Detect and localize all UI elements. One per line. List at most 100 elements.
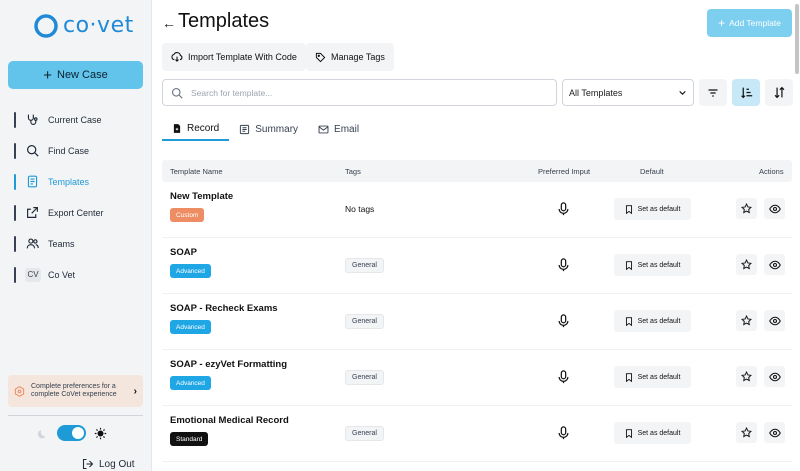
tab-record[interactable]: Record	[162, 117, 230, 141]
type-badge: Advanced	[170, 264, 211, 278]
page-scrollbar[interactable]	[795, 4, 799, 74]
set-default-button[interactable]: Set as default	[614, 422, 691, 444]
sidebar-item-current-case[interactable]: Current Case	[14, 104, 144, 135]
tab-label: Email	[334, 123, 360, 135]
set-default-button[interactable]: Set as default	[614, 366, 691, 388]
divider	[8, 415, 143, 416]
set-default-label: Set as default	[637, 373, 681, 381]
add-template-label: Add Template	[729, 18, 781, 28]
sort-order-button[interactable]	[765, 79, 793, 106]
table-row[interactable]: SOAP Advanced General Set as default	[162, 238, 792, 294]
bookmark-icon	[625, 204, 632, 214]
logout-button[interactable]: Log Out	[82, 458, 135, 470]
preview-button[interactable]	[764, 254, 785, 275]
filter-button[interactable]	[699, 79, 727, 106]
favorite-button[interactable]	[736, 310, 757, 331]
type-badge: Custom	[170, 208, 205, 222]
export-icon	[25, 206, 39, 220]
sidebar-item-templates[interactable]: Templates	[14, 166, 144, 197]
sidebar-item-export-center[interactable]: Export Center	[14, 197, 144, 228]
eye-icon	[768, 372, 781, 381]
template-name: SOAP	[170, 247, 197, 258]
set-default-label: Set as default	[637, 261, 681, 269]
new-case-button[interactable]: + New Case	[8, 61, 143, 89]
bookmark-icon	[625, 316, 632, 326]
import-template-button[interactable]: Import Template With Code	[162, 43, 306, 71]
template-name: New Template	[170, 191, 234, 202]
tab-summary[interactable]: Summary	[229, 117, 308, 141]
set-default-label: Set as default	[637, 429, 681, 437]
column-header-default: Default	[640, 166, 664, 176]
add-template-button[interactable]: + Add Template	[707, 9, 792, 37]
chevron-right-icon: ›	[133, 385, 137, 397]
search-icon	[171, 87, 183, 99]
favorite-button[interactable]	[736, 198, 757, 219]
sidebar-item-find-case[interactable]: Find Case	[14, 135, 144, 166]
import-label: Import Template With Code	[188, 52, 297, 62]
eye-icon	[768, 260, 781, 269]
nav-indicator	[14, 266, 16, 283]
manage-tags-button[interactable]: Manage Tags	[306, 43, 394, 71]
mail-icon	[318, 125, 329, 133]
preview-button[interactable]	[764, 310, 785, 331]
covet-logo-icon	[34, 13, 58, 38]
preferences-text: Complete preferences for a complete CoVe…	[31, 382, 117, 399]
sun-icon	[94, 427, 107, 439]
nav-indicator	[14, 235, 16, 252]
table-row[interactable]: New Template Custom No tags Set as defau…	[162, 182, 792, 238]
tab-label: Record	[187, 122, 220, 134]
main-content: ← Templates + Add Template Import Templa…	[152, 0, 800, 471]
star-icon	[741, 259, 752, 270]
theme-toggle[interactable]	[57, 425, 86, 441]
set-default-button[interactable]: Set as default	[614, 310, 691, 332]
back-arrow-icon[interactable]: ←	[162, 15, 176, 31]
sidebar-nav: Current Case Find Case Templates Export …	[14, 104, 144, 290]
template-filter-select[interactable]: All Templates	[562, 79, 694, 106]
template-name: Emotional Medical Record	[170, 415, 289, 426]
preview-button[interactable]	[764, 198, 785, 219]
favorite-button[interactable]	[736, 422, 757, 443]
microphone-icon[interactable]	[556, 369, 570, 385]
bookmark-icon	[625, 428, 632, 438]
logo-text: co·vet	[63, 13, 134, 38]
star-icon	[741, 203, 752, 214]
complete-preferences-card[interactable]: Complete preferences for a complete CoVe…	[8, 375, 143, 407]
favorite-button[interactable]	[736, 254, 757, 275]
search-field[interactable]	[162, 79, 557, 106]
favorite-button[interactable]	[736, 366, 757, 387]
set-default-label: Set as default	[637, 317, 681, 325]
sidebar-item-label: Find Case	[48, 145, 90, 156]
set-default-button[interactable]: Set as default	[614, 198, 691, 220]
search-input[interactable]	[191, 87, 551, 98]
table-row[interactable]: SOAP - ezyVet Formatting Advanced Genera…	[162, 350, 792, 406]
theme-switcher	[38, 425, 107, 441]
tab-email[interactable]: Email	[308, 117, 369, 141]
column-header-tags: Tags	[345, 166, 361, 176]
toggle-knob	[72, 427, 84, 439]
tags-empty: No tags	[345, 204, 375, 214]
sidebar-item-co-vet[interactable]: CV Co Vet	[14, 259, 144, 290]
sidebar-item-teams[interactable]: Teams	[14, 228, 144, 259]
table-row[interactable]: SOAP - Recheck Exams Advanced General Se…	[162, 294, 792, 350]
microphone-icon[interactable]	[556, 313, 570, 329]
microphone-icon[interactable]	[556, 257, 570, 273]
sidebar-item-label: Teams	[48, 238, 75, 249]
logo[interactable]: co·vet	[34, 13, 134, 38]
eye-icon	[768, 316, 781, 325]
nav-indicator	[14, 204, 16, 221]
tag-chip: General	[345, 258, 384, 273]
sidebar-item-label: Co Vet	[48, 269, 76, 280]
template-name: SOAP - Recheck Exams	[170, 303, 278, 314]
preview-button[interactable]	[764, 366, 785, 387]
set-default-button[interactable]: Set as default	[614, 254, 691, 276]
tag-chip: General	[345, 426, 384, 441]
sort-ascending-button[interactable]	[732, 79, 760, 106]
table-row[interactable]: Emotional Medical Record Standard Genera…	[162, 406, 792, 462]
preview-button[interactable]	[764, 422, 785, 443]
sort-arrows-icon	[774, 86, 784, 99]
microphone-icon[interactable]	[556, 425, 570, 441]
nav-indicator	[14, 111, 16, 128]
document-icon	[25, 175, 39, 189]
microphone-icon[interactable]	[556, 201, 570, 217]
column-header-input: Preferred Imput	[538, 166, 591, 176]
